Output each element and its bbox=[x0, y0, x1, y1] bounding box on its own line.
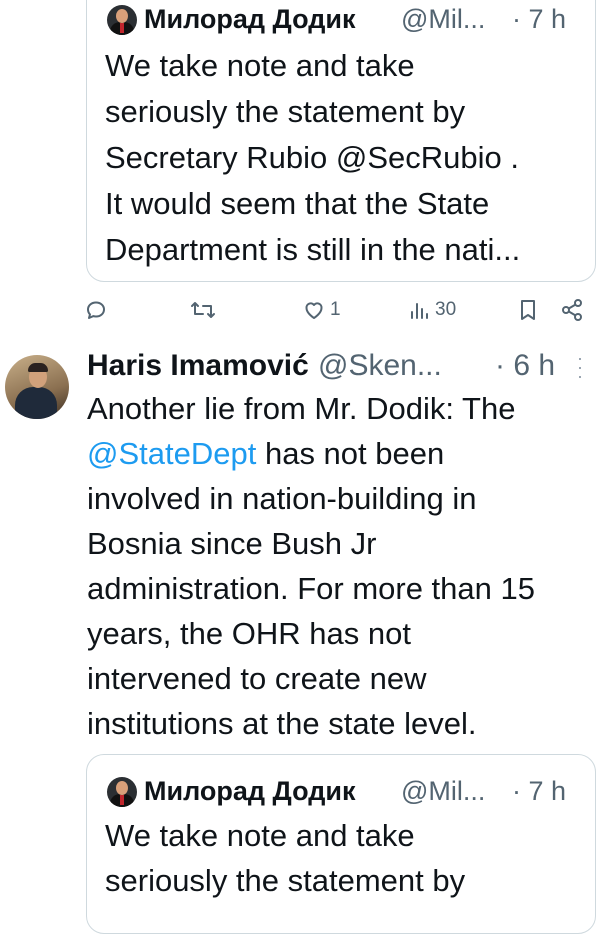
quoted-tweet-card[interactable]: Милорад Додик @Mil... · 7 h We take note… bbox=[86, 754, 596, 934]
tweet-text-line: Bosnia since Bush Jr bbox=[87, 526, 377, 561]
reply-icon bbox=[84, 298, 108, 322]
quoted-tweet-card[interactable]: Милорад Додик @Mil... · 7 h We take note… bbox=[86, 0, 596, 282]
author-name[interactable]: Haris Imamović bbox=[87, 349, 309, 383]
share-button[interactable] bbox=[560, 295, 584, 325]
heart-icon bbox=[302, 298, 326, 322]
tweet-text-line: years, the OHR has not bbox=[87, 616, 411, 651]
quoted-text-line: seriously the statement by bbox=[105, 94, 466, 129]
quoted-text-line: It would seem that the State bbox=[105, 186, 490, 221]
quoted-author-handle[interactable]: @Mil... bbox=[401, 4, 485, 35]
author-handle[interactable]: @Sken... bbox=[318, 349, 442, 383]
retweet-icon bbox=[190, 298, 216, 322]
views-icon bbox=[409, 298, 431, 322]
mention-link[interactable]: @StateDept bbox=[87, 436, 256, 471]
tweet-text-line: @StateDept has not been bbox=[87, 431, 444, 476]
bookmark-button[interactable] bbox=[518, 295, 538, 325]
quoted-author-handle[interactable]: @Mil... bbox=[401, 776, 485, 807]
retweet-button[interactable] bbox=[190, 295, 216, 325]
quoted-author-avatar[interactable] bbox=[107, 5, 137, 35]
bookmark-icon bbox=[518, 298, 538, 322]
like-button[interactable]: 1 bbox=[302, 295, 341, 325]
tweet-time[interactable]: · 6 h bbox=[495, 349, 555, 383]
share-icon bbox=[560, 298, 584, 322]
views-count: 30 bbox=[435, 299, 457, 320]
tweet-text-line: involved in nation-building in bbox=[87, 481, 477, 516]
more-icon[interactable]: · · · bbox=[577, 349, 585, 385]
quoted-text-line: We take note and take bbox=[105, 818, 415, 853]
quoted-author-avatar[interactable] bbox=[107, 777, 137, 807]
quoted-tweet-time[interactable]: · 7 h bbox=[512, 776, 566, 807]
tweet-text-line: administration. For more than 15 bbox=[87, 571, 535, 606]
quoted-text-line: Department is still in the nati... bbox=[105, 232, 521, 267]
quoted-author-name[interactable]: Милорад Додик bbox=[144, 4, 355, 35]
reply-button[interactable] bbox=[84, 295, 108, 325]
quoted-text-line: Secretary Rubio @SecRubio . bbox=[105, 140, 519, 175]
tweet-text-fragment: has not been bbox=[256, 436, 445, 471]
author-avatar[interactable] bbox=[5, 355, 69, 419]
tweet-text-line: institutions at the state level. bbox=[87, 706, 477, 741]
tweet-text-line: intervened to create new bbox=[87, 661, 427, 696]
quoted-text-line: seriously the statement by bbox=[105, 863, 466, 898]
quoted-text-line: We take note and take bbox=[105, 48, 415, 83]
quoted-author-name[interactable]: Милорад Додик bbox=[144, 776, 355, 807]
quoted-tweet-time[interactable]: · 7 h bbox=[512, 4, 566, 35]
tweet-text-line: Another lie from Mr. Dodik: The bbox=[87, 391, 516, 426]
views-button[interactable]: 30 bbox=[409, 295, 456, 325]
like-count: 1 bbox=[330, 299, 341, 320]
